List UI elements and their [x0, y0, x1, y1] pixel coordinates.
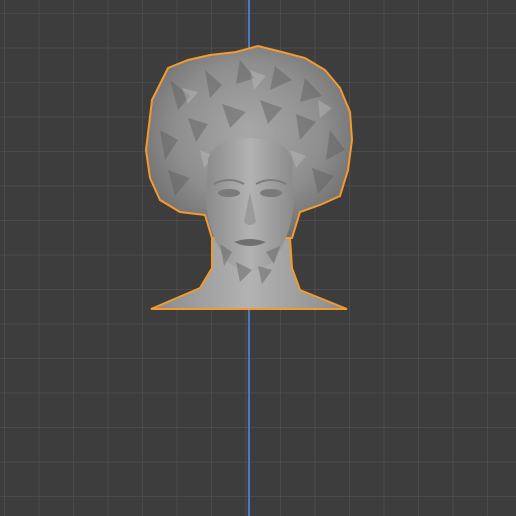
right-eye [260, 189, 282, 197]
left-eye [218, 189, 240, 197]
3d-viewport[interactable] [0, 0, 516, 516]
head-bust-mesh[interactable] [0, 0, 516, 516]
